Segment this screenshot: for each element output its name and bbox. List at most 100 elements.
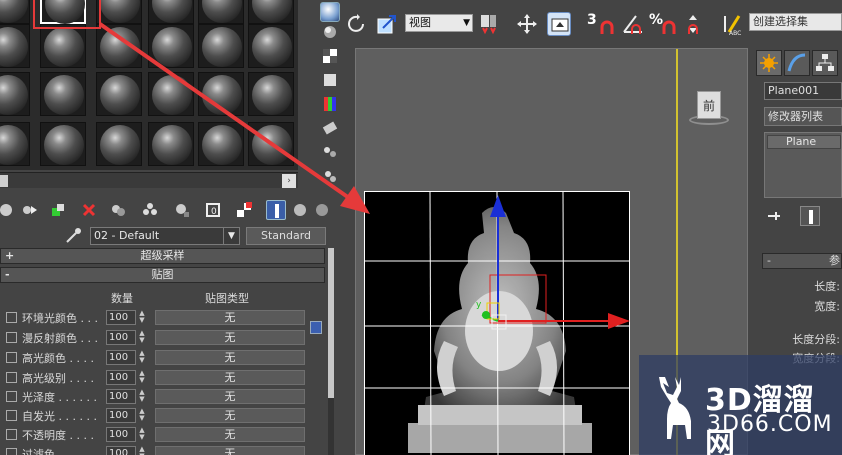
select-and-scale-icon[interactable] [375, 12, 399, 36]
make-copy-icon[interactable] [108, 200, 128, 220]
object-name-field[interactable]: Plane001 [764, 82, 842, 100]
backlight-icon[interactable] [320, 22, 340, 42]
material-slot[interactable] [40, 72, 86, 116]
material-slot[interactable] [248, 0, 294, 24]
eyedropper-icon[interactable] [64, 227, 82, 245]
sample-type-icon[interactable] [320, 2, 340, 22]
map-amount-input[interactable]: 100 [106, 446, 136, 455]
scroll-right-arrow-icon[interactable]: › [282, 174, 296, 188]
pivot-center-icon[interactable] [477, 12, 501, 36]
make-preview-icon[interactable] [320, 118, 340, 138]
named-selection-set-input[interactable]: 创建选择集 [749, 13, 842, 31]
spinner-icon[interactable]: ▲▼ [137, 350, 147, 365]
scrollbar-thumb[interactable] [0, 175, 8, 187]
parameters-rollout[interactable]: - 参 [762, 253, 842, 269]
material-slot[interactable] [198, 122, 244, 166]
material-slot[interactable] [0, 0, 30, 24]
material-slot[interactable] [248, 72, 294, 116]
map-slot-button[interactable]: 无 [155, 389, 305, 404]
map-slot-button[interactable]: 无 [155, 408, 305, 423]
modifier-list-dropdown[interactable]: 修改器列表 [764, 107, 842, 126]
spinner-icon[interactable]: ▲▼ [137, 370, 147, 385]
video-color-check-icon[interactable] [320, 94, 340, 114]
put-to-library-icon[interactable] [172, 200, 192, 220]
map-amount-input[interactable]: 100 [106, 408, 136, 423]
show-end-result-icon[interactable] [266, 200, 286, 220]
map-amount-input[interactable]: 100 [106, 370, 136, 385]
stack-item-plane[interactable]: Plane [767, 135, 841, 149]
supersampling-rollout[interactable]: + 超级采样 [0, 248, 325, 264]
map-slot-button[interactable]: 无 [155, 330, 305, 345]
map-enable-checkbox[interactable] [6, 312, 17, 323]
material-slot[interactable] [96, 0, 142, 24]
map-amount-input[interactable]: 100 [106, 330, 136, 345]
material-slot[interactable] [198, 72, 244, 116]
material-slot[interactable] [148, 72, 194, 116]
map-enable-checkbox[interactable] [6, 410, 17, 421]
map-amount-input[interactable]: 100 [106, 310, 136, 325]
show-end-result-toggle-icon[interactable] [800, 206, 820, 226]
tab-modify[interactable] [784, 50, 810, 76]
map-slot-button[interactable]: 无 [155, 446, 305, 455]
spinner-snap-icon[interactable] [681, 12, 705, 36]
reset-material-icon[interactable] [79, 200, 99, 220]
lock-icon[interactable] [310, 321, 322, 334]
material-slot[interactable] [0, 24, 30, 68]
map-slot-button[interactable]: 无 [155, 310, 305, 325]
select-and-manipulate-icon[interactable] [515, 12, 539, 36]
go-to-parent-icon[interactable] [290, 200, 310, 220]
material-slot[interactable] [198, 0, 244, 24]
viewcube-front-face[interactable]: 前 [697, 91, 721, 119]
map-enable-checkbox[interactable] [6, 448, 17, 455]
edit-named-selection-icon[interactable]: ABC [721, 12, 745, 37]
put-to-scene-icon[interactable] [20, 200, 40, 220]
spinner-icon[interactable]: ▲▼ [137, 310, 147, 325]
material-slot[interactable] [96, 24, 142, 68]
make-unique-icon[interactable] [140, 200, 160, 220]
keyboard-shortcut-override-icon[interactable] [547, 12, 571, 36]
make-unique-stack-icon[interactable] [836, 206, 842, 226]
rotate-icon[interactable] [345, 12, 369, 36]
map-enable-checkbox[interactable] [6, 332, 17, 343]
material-slot[interactable] [248, 122, 294, 166]
show-map-in-viewport-icon[interactable] [234, 200, 254, 220]
material-id-channel-icon[interactable]: 0 [204, 200, 224, 220]
material-slot[interactable] [0, 122, 30, 166]
slots-horizontal-scrollbar[interactable]: › [0, 172, 298, 188]
material-slot[interactable] [198, 24, 244, 68]
go-forward-sibling-icon[interactable] [312, 200, 332, 220]
material-type-button[interactable]: Standard [246, 227, 326, 245]
snap-magnet-icon[interactable] [595, 12, 619, 36]
material-slot[interactable] [40, 122, 86, 166]
spinner-icon[interactable]: ▲▼ [137, 427, 147, 442]
map-slot-button[interactable]: 无 [155, 350, 305, 365]
material-name-field[interactable]: 02 - Default ▼ [90, 227, 240, 245]
map-enable-checkbox[interactable] [6, 429, 17, 440]
pin-stack-icon[interactable] [764, 206, 784, 226]
map-enable-checkbox[interactable] [6, 352, 17, 363]
options-icon[interactable] [320, 142, 340, 162]
angle-snap-icon[interactable] [621, 12, 645, 36]
assign-to-selection-icon[interactable] [48, 200, 68, 220]
percent-snap-magnet-icon[interactable] [657, 12, 681, 36]
map-amount-input[interactable]: 100 [106, 427, 136, 442]
background-checker-icon[interactable] [320, 46, 340, 66]
tab-create[interactable] [756, 50, 782, 76]
spinner-icon[interactable]: ▲▼ [137, 408, 147, 423]
material-slot[interactable] [0, 72, 30, 116]
map-amount-input[interactable]: 100 [106, 389, 136, 404]
map-amount-input[interactable]: 100 [106, 350, 136, 365]
material-slot[interactable] [148, 0, 194, 24]
material-slot[interactable] [148, 24, 194, 68]
material-slot[interactable] [248, 24, 294, 68]
map-enable-checkbox[interactable] [6, 391, 17, 402]
maps-rollout[interactable]: - 贴图 [0, 267, 325, 283]
get-material-icon[interactable] [0, 200, 16, 220]
uv-tiling-icon[interactable] [320, 70, 340, 90]
viewcube[interactable]: 前 [689, 91, 729, 135]
map-enable-checkbox[interactable] [6, 372, 17, 383]
map-slot-button[interactable]: 无 [155, 427, 305, 442]
material-slot[interactable] [148, 122, 194, 166]
textured-plane[interactable]: z y x [364, 182, 640, 455]
spinner-icon[interactable]: ▲▼ [137, 389, 147, 404]
